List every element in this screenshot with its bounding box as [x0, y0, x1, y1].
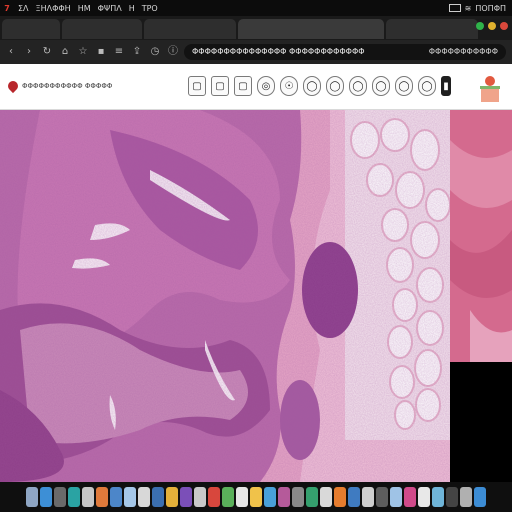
dock-app-icon[interactable]: [348, 487, 360, 507]
dock-app-icon[interactable]: [306, 487, 318, 507]
dock-app-icon[interactable]: [222, 487, 234, 507]
dock-app-icon[interactable]: [460, 487, 472, 507]
tool-button[interactable]: ◯: [418, 76, 436, 96]
battery-icon[interactable]: [448, 4, 461, 12]
window-close-button[interactable]: [500, 22, 508, 30]
dock-app-icon[interactable]: [334, 487, 346, 507]
window-minimize-button[interactable]: [488, 22, 496, 30]
menubar-tray: ≋ ΠΟΠΦΠ: [448, 3, 512, 13]
dock-app-icon[interactable]: [264, 487, 276, 507]
tool-button[interactable]: ☉: [280, 76, 298, 96]
dock-app-icon[interactable]: [138, 487, 150, 507]
dock-app-icon[interactable]: [362, 487, 374, 507]
tool-button[interactable]: ▮: [441, 76, 451, 96]
dock-app-icon[interactable]: [68, 487, 80, 507]
menu-item[interactable]: ΦΨΠΛ: [98, 4, 122, 13]
os-menubar: 7 ΣΛ ΞΗΛΦΦΗ ΗΜ ΦΨΠΛ Η ΤΡΟ ≋ ΠΟΠΦΠ: [0, 0, 512, 16]
browser-tab[interactable]: [386, 19, 478, 39]
dock-app-icon[interactable]: [390, 487, 402, 507]
dock-app-icon[interactable]: [40, 487, 52, 507]
dock-app-icon[interactable]: [432, 487, 444, 507]
menu-item[interactable]: Η: [129, 4, 135, 13]
dock-app-icon[interactable]: [152, 487, 164, 507]
browser-toolbar: ‹ › ↻ ⌂ ☆ ▪ ≡ ⇪ ◷ ⓘ ΦΦΦΦΦΦΦΦΦΦΦΦΦΦΦ ΦΦΦΦ…: [0, 40, 512, 64]
wifi-icon[interactable]: ≋: [465, 4, 472, 13]
info-icon[interactable]: ⓘ: [166, 45, 180, 59]
browser-tab[interactable]: [144, 19, 236, 39]
forward-icon[interactable]: ›: [22, 45, 36, 59]
menu-icon[interactable]: ≡: [112, 45, 126, 59]
dock-app-icon[interactable]: [96, 487, 108, 507]
tool-button[interactable]: ◯: [395, 76, 413, 96]
slide-side-panel[interactable]: [450, 110, 512, 362]
tool-button[interactable]: ▢: [234, 76, 252, 96]
dock-app-icon[interactable]: [320, 487, 332, 507]
back-icon[interactable]: ‹: [4, 45, 18, 59]
brand-name: ΦΦΦΦΦΦΦΦΦΦΦ ΦΦΦΦΦ: [22, 82, 113, 90]
dock-app-icon[interactable]: [418, 487, 430, 507]
reload-icon[interactable]: ↻: [40, 45, 54, 59]
dock-app-icon[interactable]: [194, 487, 206, 507]
apple-menu-icon[interactable]: 7: [0, 4, 14, 13]
address-bar[interactable]: ΦΦΦΦΦΦΦΦΦΦΦΦΦΦΦ ΦΦΦΦΦΦΦΦΦΦΦΦ ΦΦΦΦΦΦΦΦΦΦΦ: [184, 44, 506, 60]
dock-app-icon[interactable]: [250, 487, 262, 507]
dock-app-icon[interactable]: [124, 487, 136, 507]
window-controls: [476, 22, 508, 30]
bookmark-icon[interactable]: ☆: [76, 45, 90, 59]
brand-logo-icon: [5, 78, 21, 94]
tool-button[interactable]: ▢: [188, 76, 206, 96]
viewer-brand[interactable]: ΦΦΦΦΦΦΦΦΦΦΦ ΦΦΦΦΦ: [5, 78, 113, 94]
browser-tab-active[interactable]: [238, 19, 384, 39]
tool-button[interactable]: ◎: [257, 76, 275, 96]
dock-app-icon[interactable]: [54, 487, 66, 507]
dock-app-icon[interactable]: [292, 487, 304, 507]
dock-app-icon[interactable]: [208, 487, 220, 507]
dock-app-icon[interactable]: [110, 487, 122, 507]
dock-app-icon[interactable]: [404, 487, 416, 507]
browser-tab[interactable]: [2, 19, 60, 39]
dock-app-icon[interactable]: [82, 487, 94, 507]
user-avatar-icon[interactable]: [478, 72, 502, 102]
menu-item[interactable]: ΤΡΟ: [142, 4, 158, 13]
dock-app-icon[interactable]: [376, 487, 388, 507]
extension-icon[interactable]: ▪: [94, 45, 108, 59]
tissue-texture: [0, 110, 450, 482]
viewer-header: ΦΦΦΦΦΦΦΦΦΦΦ ΦΦΦΦΦ ▢ ▢ ▢ ◎ ☉ ◯ ◯ ◯ ◯ ◯ ◯ …: [0, 64, 512, 110]
viewer-toolbar: ▢ ▢ ▢ ◎ ☉ ◯ ◯ ◯ ◯ ◯ ◯ ▮: [188, 76, 451, 96]
address-suffix: ΦΦΦΦΦΦΦΦΦΦΦ: [428, 47, 498, 56]
tool-button[interactable]: ◯: [372, 76, 390, 96]
menu-item[interactable]: ΣΛ: [18, 4, 29, 13]
menubar-menus: ΣΛ ΞΗΛΦΦΗ ΗΜ ΦΨΠΛ Η ΤΡΟ: [18, 4, 158, 13]
slide-viewport[interactable]: [0, 110, 450, 482]
dock-app-icon[interactable]: [474, 487, 486, 507]
share-icon[interactable]: ⇪: [130, 45, 144, 59]
tool-button[interactable]: ◯: [326, 76, 344, 96]
dock-app-icon[interactable]: [166, 487, 178, 507]
tool-button[interactable]: ◯: [303, 76, 321, 96]
tool-button[interactable]: ▢: [211, 76, 229, 96]
menu-item[interactable]: ΞΗΛΦΦΗ: [36, 4, 71, 13]
tray-status: ΠΟΠΦΠ: [475, 3, 506, 13]
dock-app-icon[interactable]: [278, 487, 290, 507]
tool-button[interactable]: ◯: [349, 76, 367, 96]
dock-app-icon[interactable]: [26, 487, 38, 507]
address-text: ΦΦΦΦΦΦΦΦΦΦΦΦΦΦΦ ΦΦΦΦΦΦΦΦΦΦΦΦ: [192, 47, 365, 56]
dock-app-icon[interactable]: [236, 487, 248, 507]
menu-item[interactable]: ΗΜ: [78, 4, 91, 13]
window-zoom-button[interactable]: [476, 22, 484, 30]
os-dock: [0, 482, 512, 512]
browser-tab-strip: [0, 16, 512, 40]
dock-app-icon[interactable]: [180, 487, 192, 507]
home-icon[interactable]: ⌂: [58, 45, 72, 59]
history-icon[interactable]: ◷: [148, 45, 162, 59]
browser-tab[interactable]: [62, 19, 142, 39]
dock-app-icon[interactable]: [446, 487, 458, 507]
